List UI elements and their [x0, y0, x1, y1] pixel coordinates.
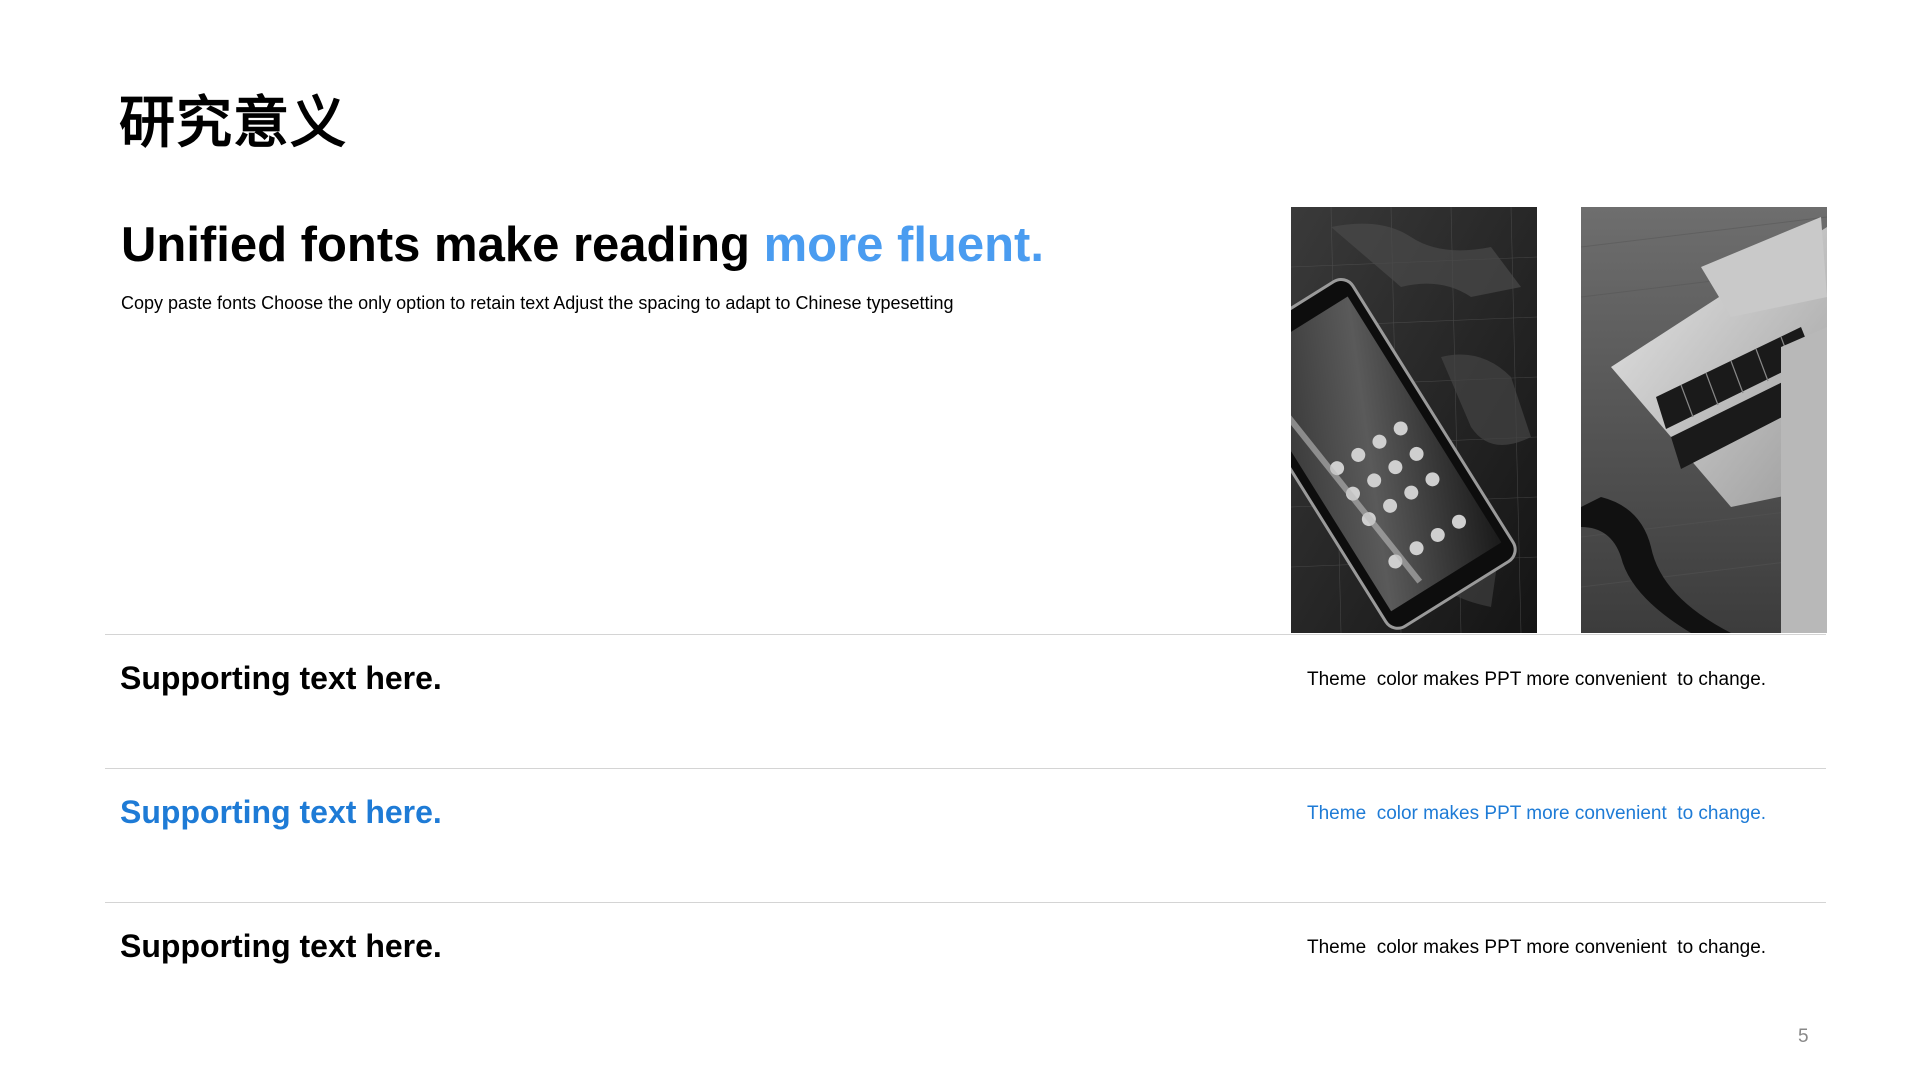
divider-middle-1 [105, 768, 1826, 769]
headline-accent: more fluent. [763, 218, 1044, 272]
laptop-photo [1581, 207, 1827, 633]
slide-title: 研究意义 [119, 91, 347, 154]
row-label-2: Supporting text here. [120, 794, 442, 830]
headline: Unified fonts make reading more fluent. [121, 214, 1044, 276]
smartphone-on-map-icon [1291, 207, 1537, 633]
laptop-keyboard-icon [1581, 207, 1827, 633]
row-note-3: Theme color makes PPT more convenient to… [1307, 937, 1767, 958]
row-label-3: Supporting text here. [120, 928, 442, 964]
subtitle: Copy paste fonts Choose the only option … [121, 293, 954, 313]
headline-main: Unified fonts make reading [121, 218, 764, 272]
smartphone-photo [1291, 207, 1537, 633]
row-note-2: Theme color makes PPT more convenient to… [1307, 803, 1767, 824]
row-label-1: Supporting text here. [120, 660, 442, 696]
divider-top [105, 634, 1826, 635]
page-number: 5 [1798, 1026, 1809, 1047]
divider-middle-2 [105, 902, 1826, 903]
row-note-1: Theme color makes PPT more convenient to… [1307, 669, 1767, 690]
